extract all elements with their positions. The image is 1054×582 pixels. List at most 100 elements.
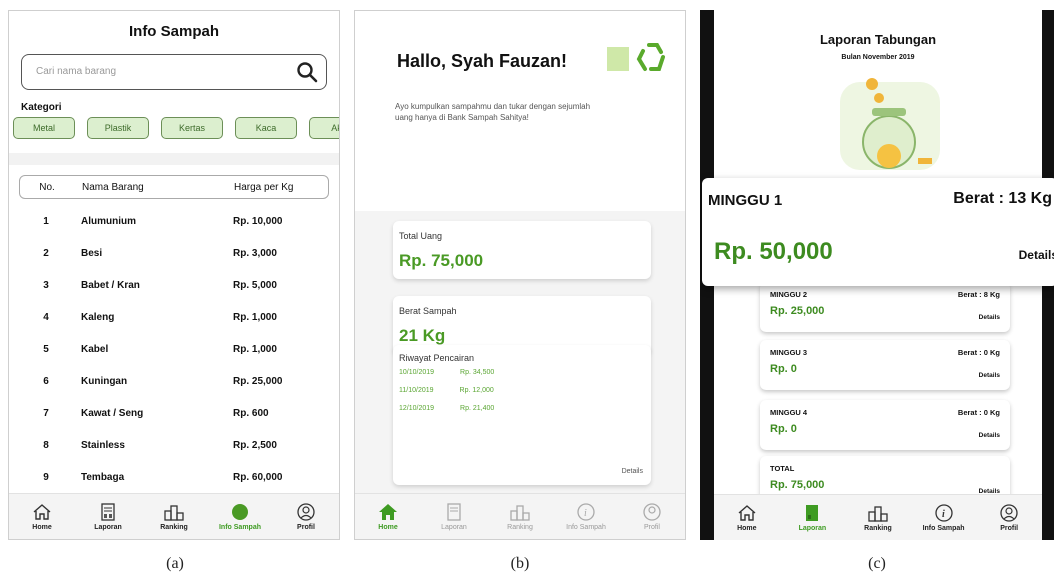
table-row[interactable]: 7 Kawat / Seng Rp. 600 xyxy=(19,397,329,429)
nav-label: Info Sampah xyxy=(922,524,965,532)
nav-ranking[interactable]: Ranking xyxy=(850,504,906,532)
week-card[interactable]: MINGGU 4 Berat : 0 Kg Rp. 0 Details xyxy=(760,400,1010,450)
table-row[interactable]: 4 Kaleng Rp. 1,000 xyxy=(19,301,329,333)
total-label: TOTAL xyxy=(770,464,795,473)
highlight-week-card[interactable]: MINGGU 1 Berat : 13 Kg Rp. 50,000 Detail… xyxy=(702,178,1054,286)
nav-home[interactable]: Home xyxy=(360,503,416,531)
nav-ranking[interactable]: Ranking xyxy=(492,503,548,531)
nav-laporan[interactable]: Laporan xyxy=(784,504,840,532)
info-icon xyxy=(232,503,248,520)
row-no: 7 xyxy=(43,407,49,419)
report-icon xyxy=(447,502,461,521)
highlight-amount: Rp. 50,000 xyxy=(714,238,833,265)
table-row[interactable]: 8 Stainless Rp. 2,500 xyxy=(19,429,329,461)
search-placeholder: Cari nama barang xyxy=(36,66,117,77)
row-no: 9 xyxy=(43,471,49,483)
table-row[interactable]: 5 Kabel Rp. 1,000 xyxy=(19,333,329,365)
nav-profil[interactable]: Profil xyxy=(624,502,680,531)
nav-label: Info Sampah xyxy=(218,523,261,531)
profile-icon xyxy=(297,502,315,521)
ranking-icon xyxy=(510,504,530,521)
chip-akril[interactable]: Akril xyxy=(309,117,339,139)
price-table: 1 Alumunium Rp. 10,000 2 Besi Rp. 3,000 3 Bab… xyxy=(19,205,329,493)
nav-label: Profil xyxy=(644,523,660,531)
week-amount: Rp. 0 xyxy=(770,363,797,375)
table-row[interactable]: 2 Besi Rp. 3,000 xyxy=(19,237,329,269)
row-harga: Rp. 60,000 xyxy=(233,471,283,483)
total-amount: Rp. 75,000 xyxy=(770,479,825,491)
table-header: No. Nama Barang Harga per Kg xyxy=(19,175,329,199)
nav-label: Profil xyxy=(297,523,315,531)
week-label: MINGGU 4 xyxy=(770,408,808,417)
nav-ranking[interactable]: Ranking xyxy=(146,503,202,531)
riwayat-card: Riwayat Pencairan 10/10/2019 Rp. 34,500 1… xyxy=(393,345,651,485)
savings-jar-icon xyxy=(834,72,944,177)
nav-profil[interactable]: Profil xyxy=(981,503,1037,532)
riwayat-row: 10/10/2019 Rp. 34,500 xyxy=(399,369,494,376)
profile-icon xyxy=(643,502,661,521)
nav-info-sampah[interactable]: i Info Sampah xyxy=(558,502,614,531)
row-nama: Kuningan xyxy=(81,375,128,387)
search-icon[interactable] xyxy=(296,61,318,88)
row-harga: Rp. 1,000 xyxy=(233,343,277,355)
row-harga: Rp. 3,000 xyxy=(233,247,277,259)
total-uang-label: Total Uang xyxy=(399,231,443,241)
chip-metal[interactable]: Metal xyxy=(13,117,75,139)
week-card[interactable]: MINGGU 2 Berat : 8 Kg Rp. 25,000 Details xyxy=(760,282,1010,332)
row-harga: Rp. 10,000 xyxy=(233,215,283,227)
header-no: No. xyxy=(39,181,55,193)
search-input[interactable]: Cari nama barang xyxy=(21,54,327,90)
nav-profil[interactable]: Profil xyxy=(278,502,334,531)
svg-text:i: i xyxy=(942,509,945,520)
week-label: MINGGU 2 xyxy=(770,290,808,299)
highlight-details-link[interactable]: Details xyxy=(1019,248,1054,262)
report-icon xyxy=(101,502,115,521)
nav-home[interactable]: Home xyxy=(719,504,775,532)
nav-info-sampah[interactable]: i Info Sampah xyxy=(916,503,972,532)
riwayat-amount: Rp. 21,400 xyxy=(460,405,495,412)
row-nama: Tembaga xyxy=(81,471,125,483)
nav-laporan[interactable]: Laporan xyxy=(80,502,136,531)
riwayat-date: 12/10/2019 xyxy=(399,405,435,412)
nav-laporan[interactable]: Laporan xyxy=(426,502,482,531)
info-icon: i xyxy=(934,503,953,522)
chip-kertas[interactable]: Kertas xyxy=(161,117,223,139)
row-harga: Rp. 25,000 xyxy=(233,375,283,387)
nav-label: Home xyxy=(378,523,398,531)
nav-label: Ranking xyxy=(864,524,892,532)
nav-label: Laporan xyxy=(441,523,467,531)
caption-b: (b) xyxy=(510,555,530,572)
details-link[interactable]: Details xyxy=(979,432,1000,439)
nav-info-sampah[interactable]: Info Sampah xyxy=(212,503,268,531)
table-row[interactable]: 6 Kuningan Rp. 25,000 xyxy=(19,365,329,397)
report-icon xyxy=(806,504,819,521)
divider xyxy=(9,153,339,165)
chip-kaca[interactable]: Kaca xyxy=(235,117,297,139)
row-nama: Stainless xyxy=(81,439,125,451)
table-row[interactable]: 1 Alumunium Rp. 10,000 xyxy=(19,205,329,237)
week-card[interactable]: MINGGU 3 Berat : 0 Kg Rp. 0 Details xyxy=(760,340,1010,390)
home-icon xyxy=(33,503,51,520)
header-harga: Harga per Kg xyxy=(234,181,294,193)
berat-value: 21 Kg xyxy=(399,326,446,345)
details-link[interactable]: Details xyxy=(979,372,1000,379)
row-nama: Besi xyxy=(81,247,103,259)
week-label: MINGGU 3 xyxy=(770,348,808,357)
nav-label: Profil xyxy=(1000,524,1019,532)
chip-plastik[interactable]: Plastik xyxy=(87,117,149,139)
details-link[interactable]: Details xyxy=(622,468,643,475)
nav-home[interactable]: Home xyxy=(14,503,70,531)
profile-icon xyxy=(1000,503,1018,522)
screen-laporan: Laporan Tabungan Bulan November 2019 MIN… xyxy=(700,10,1054,540)
table-row[interactable]: 9 Tembaga Rp. 60,000 xyxy=(19,461,329,493)
table-row[interactable]: 3 Babet / Kran Rp. 5,000 xyxy=(19,269,329,301)
row-nama: Kaleng xyxy=(81,311,115,323)
details-link[interactable]: Details xyxy=(979,314,1000,321)
row-no: 4 xyxy=(43,311,49,323)
bottom-nav: Home Laporan Ranking Info Sampah Profil xyxy=(9,493,339,539)
week-berat: Berat : 0 Kg xyxy=(957,348,1000,357)
nav-label: Ranking xyxy=(160,523,188,531)
greeting: Hallo, Syah Fauzan! xyxy=(397,51,568,71)
bottom-nav: Home Laporan Ranking i Info Sampah Profi… xyxy=(355,493,685,539)
week-berat: Berat : 8 Kg xyxy=(957,290,1000,299)
